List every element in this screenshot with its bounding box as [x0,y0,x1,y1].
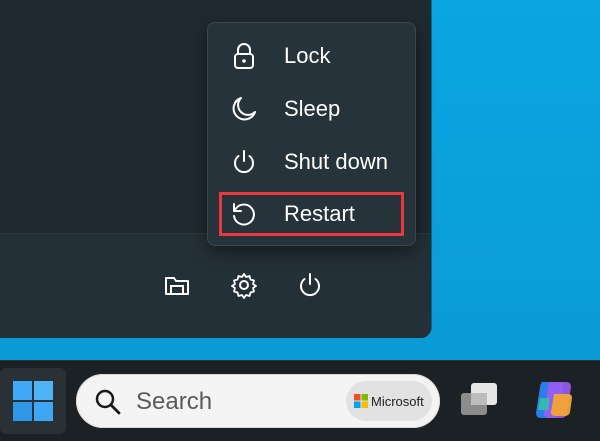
microsoft-logo-icon [354,394,368,408]
menu-item-label: Shut down [284,149,388,174]
menu-item-label: Lock [284,43,331,68]
file-explorer-button[interactable] [160,268,194,302]
menu-item-label: Sleep [284,96,341,121]
menu-item-lock[interactable]: Lock [226,36,412,76]
menu-item-shut-down[interactable]: Shut down [226,142,412,182]
settings-button[interactable] [227,268,261,302]
power-icon [226,144,262,180]
task-view-icon [461,383,497,415]
windows-start-icon [13,381,53,421]
restart-highlight-box [219,192,404,236]
search-placeholder: Search [136,388,213,415]
menu-item-sleep[interactable]: Sleep [226,89,412,129]
microsoft-search-chip[interactable]: Microsoft [346,381,432,421]
microsoft-chip-label: Microsoft [371,393,424,409]
search-icon [95,389,121,415]
start-button[interactable] [0,368,66,434]
settings-icon [231,273,257,299]
moon-icon [226,91,262,127]
copilot-button[interactable] [528,374,580,426]
start-menu-footer [0,233,431,338]
file-explorer-icon [165,277,189,295]
copilot-icon [536,382,572,418]
power-button[interactable] [293,268,327,302]
task-view-button[interactable] [455,375,505,425]
lock-icon [226,38,262,74]
power-icon [300,273,320,297]
